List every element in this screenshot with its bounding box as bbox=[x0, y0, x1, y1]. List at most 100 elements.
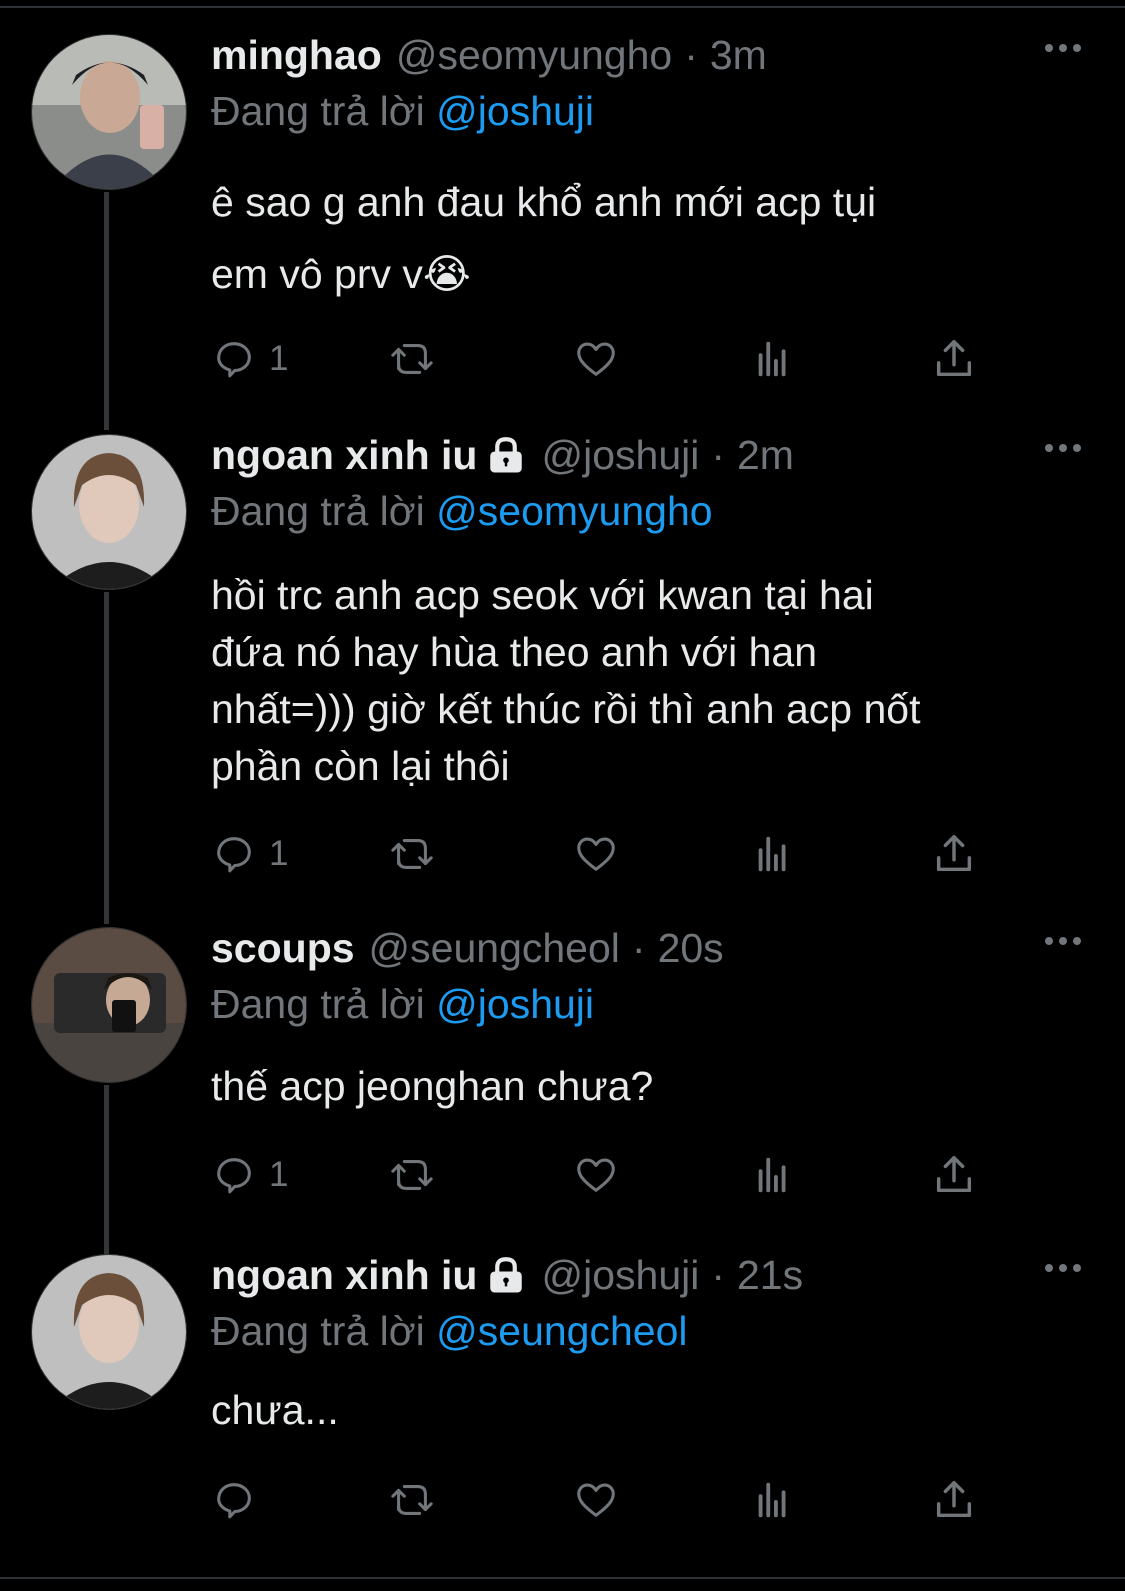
tweet-text: hồi trc anh acp seok với kwan tại hai đứ… bbox=[211, 567, 1091, 795]
share-icon bbox=[936, 1156, 972, 1193]
avatar[interactable] bbox=[31, 434, 187, 590]
replying-to: Đang trả lời @seomyungho bbox=[211, 488, 713, 535]
more-dots-icon[interactable] bbox=[1045, 442, 1081, 454]
retweet-button[interactable] bbox=[389, 830, 435, 878]
text-line: thế acp jeonghan chưa? bbox=[211, 1063, 654, 1109]
heart-icon bbox=[577, 1483, 615, 1517]
username[interactable]: @joshuji bbox=[541, 432, 699, 479]
separator: · bbox=[711, 431, 725, 478]
reply-icon bbox=[217, 837, 251, 873]
retweet-icon bbox=[391, 1160, 433, 1190]
like-button[interactable] bbox=[573, 1476, 619, 1524]
display-name[interactable]: ngoan xinh iu bbox=[211, 432, 477, 479]
text-line: chưa... bbox=[211, 1387, 339, 1433]
share-icon bbox=[936, 340, 972, 377]
timestamp[interactable]: 20s bbox=[658, 925, 724, 972]
avatar[interactable] bbox=[31, 34, 187, 190]
retweet-icon bbox=[391, 344, 433, 374]
more-dots-icon[interactable] bbox=[1045, 1262, 1081, 1274]
mention-link[interactable]: @joshuji bbox=[436, 981, 594, 1027]
tweet-3[interactable]: scoups @seungcheol · 20s Đang trả lời @j… bbox=[0, 893, 1125, 1257]
like-button[interactable] bbox=[573, 830, 619, 878]
display-name[interactable]: minghao bbox=[211, 32, 382, 79]
views-button[interactable] bbox=[751, 335, 797, 383]
timestamp[interactable]: 21s bbox=[737, 1252, 803, 1299]
heart-icon bbox=[577, 837, 615, 871]
more-dots-icon[interactable] bbox=[1045, 935, 1081, 947]
reply-icon bbox=[217, 1483, 251, 1519]
tweet-actions: 1 bbox=[211, 1151, 1031, 1199]
replying-to: Đang trả lời @seungcheol bbox=[211, 1308, 688, 1355]
like-button[interactable] bbox=[573, 1151, 619, 1199]
avatar[interactable] bbox=[31, 927, 187, 1083]
tweet-text: ê sao g anh đau khổ anh mới acp tụi em v… bbox=[211, 166, 1091, 310]
mention-link[interactable]: @seungcheol bbox=[436, 1308, 687, 1354]
username[interactable]: @seomyungho bbox=[396, 32, 672, 79]
thread-connector bbox=[104, 592, 109, 924]
reply-icon bbox=[217, 342, 251, 378]
reply-count: 1 bbox=[269, 1155, 289, 1194]
retweet-icon bbox=[391, 839, 433, 869]
tweet-actions: 1 bbox=[211, 335, 1031, 383]
display-name[interactable]: ngoan xinh iu bbox=[211, 1252, 477, 1299]
username[interactable]: @joshuji bbox=[541, 1252, 699, 1299]
timestamp[interactable]: 3m bbox=[710, 32, 767, 79]
text-line: em vô prv v😭 bbox=[211, 251, 471, 297]
mention-link[interactable]: @joshuji bbox=[436, 88, 594, 134]
reply-button[interactable]: 1 bbox=[211, 830, 288, 878]
views-button[interactable] bbox=[751, 830, 797, 878]
thread-connector bbox=[104, 192, 109, 430]
text-line: phần còn lại thôi bbox=[211, 743, 510, 789]
replying-to: Đang trả lời @joshuji bbox=[211, 88, 594, 135]
reply-count: 1 bbox=[269, 834, 289, 873]
tweet-4[interactable]: ngoan xinh iu @joshuji · 21s Đang trả lờ… bbox=[0, 1220, 1125, 1577]
retweet-icon bbox=[391, 1485, 433, 1515]
more-dots-icon[interactable] bbox=[1045, 42, 1081, 54]
reply-button[interactable]: 1 bbox=[211, 1151, 288, 1199]
share-button[interactable] bbox=[931, 1476, 977, 1524]
username[interactable]: @seungcheol bbox=[369, 925, 620, 972]
text-line: đứa nó hay hùa theo anh với han bbox=[211, 629, 818, 675]
tweet-text: thế acp jeonghan chưa? bbox=[211, 1058, 1091, 1115]
reply-count: 1 bbox=[269, 339, 289, 378]
views-icon bbox=[758, 1157, 786, 1193]
display-name[interactable]: scoups bbox=[211, 925, 355, 972]
retweet-button[interactable] bbox=[389, 1476, 435, 1524]
views-icon bbox=[758, 836, 786, 872]
reply-button[interactable]: 1 bbox=[211, 335, 288, 383]
timestamp[interactable]: 2m bbox=[737, 432, 794, 479]
like-button[interactable] bbox=[573, 335, 619, 383]
avatar[interactable] bbox=[31, 1254, 187, 1410]
tweet-2[interactable]: ngoan xinh iu @joshuji · 2m Đang trả lời… bbox=[0, 400, 1125, 924]
share-button[interactable] bbox=[931, 1151, 977, 1199]
text-line: hồi trc anh acp seok với kwan tại hai bbox=[211, 572, 874, 618]
replying-prefix: Đang trả lời bbox=[211, 88, 425, 134]
separator: · bbox=[631, 924, 646, 971]
share-button[interactable] bbox=[931, 335, 977, 383]
views-icon bbox=[758, 341, 786, 377]
text-line: nhất=))) giờ kết thúc rồi thì anh acp nố… bbox=[211, 686, 921, 732]
tweet-1[interactable]: minghao @seomyungho · 3m Đang trả lời @j… bbox=[0, 0, 1125, 430]
text-line: ê sao g anh đau khổ anh mới acp tụi bbox=[211, 179, 877, 225]
tweet-header: scoups @seungcheol · 20s bbox=[211, 923, 724, 973]
share-button[interactable] bbox=[931, 830, 977, 878]
views-button[interactable] bbox=[751, 1151, 797, 1199]
tweet-text: chưa... bbox=[211, 1382, 1091, 1439]
lock-icon bbox=[490, 1257, 523, 1293]
separator: · bbox=[684, 31, 698, 78]
retweet-button[interactable] bbox=[389, 335, 435, 383]
replying-prefix: Đang trả lời bbox=[211, 981, 425, 1027]
replying-prefix: Đang trả lời bbox=[211, 488, 425, 534]
tweet-actions: 1 bbox=[211, 830, 1031, 878]
separator: · bbox=[711, 1251, 725, 1298]
heart-icon bbox=[577, 342, 615, 376]
mention-link[interactable]: @seomyungho bbox=[436, 488, 712, 534]
tweet-actions bbox=[211, 1476, 1031, 1524]
tweet-header: minghao @seomyungho · 3m bbox=[211, 30, 767, 80]
lock-icon bbox=[490, 437, 523, 473]
retweet-button[interactable] bbox=[389, 1151, 435, 1199]
share-icon bbox=[936, 835, 972, 872]
replying-prefix: Đang trả lời bbox=[211, 1308, 425, 1354]
views-button[interactable] bbox=[751, 1476, 797, 1524]
reply-button[interactable] bbox=[211, 1476, 269, 1524]
